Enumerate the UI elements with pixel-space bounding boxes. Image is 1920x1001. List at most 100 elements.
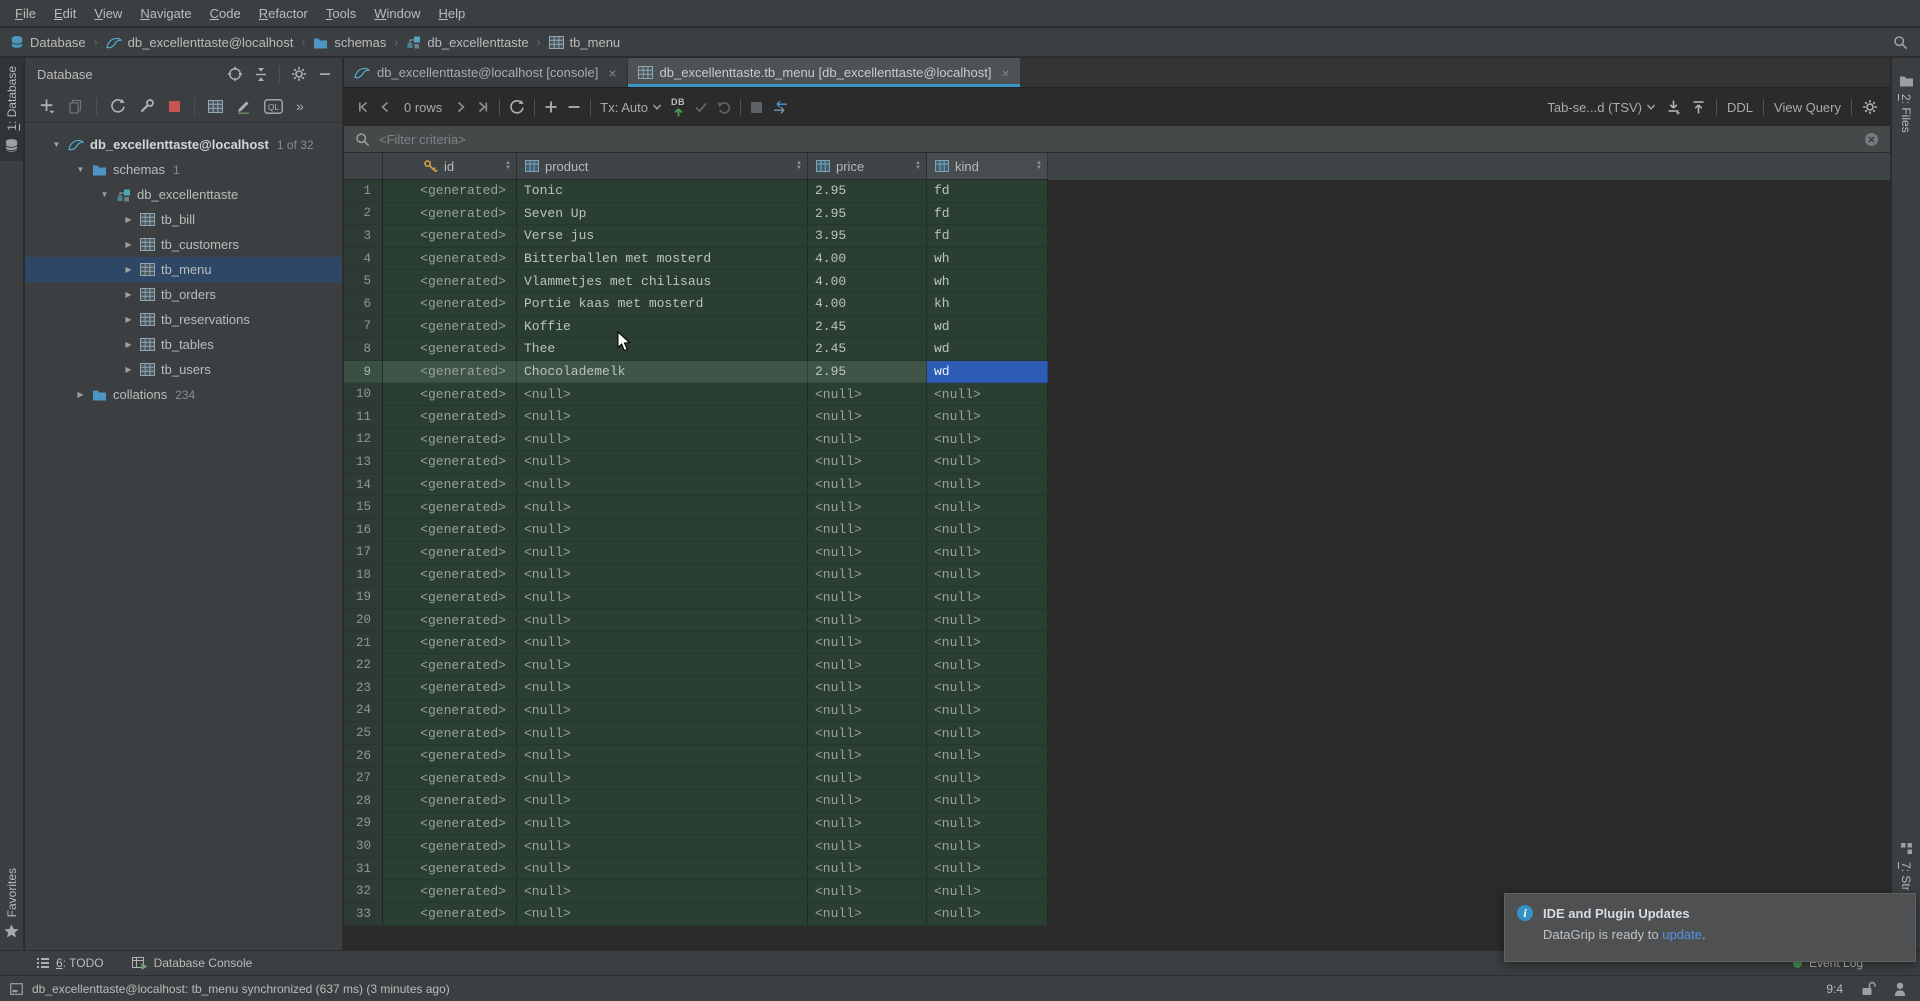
grid-row[interactable]: 23<generated><null><null><null> [344, 677, 1890, 700]
tool-window-button-files[interactable]: 2: Files [1892, 66, 1920, 141]
todo-tool-button[interactable]: 6: TODO [36, 956, 104, 970]
row-number-cell[interactable]: 18 [344, 564, 383, 587]
cancel-query-icon[interactable] [750, 101, 763, 114]
grid-cell-kind[interactable]: <null> [927, 700, 1048, 723]
grid-cell-product[interactable]: Bitterballen met mosterd [517, 248, 808, 271]
grid-cell-id[interactable]: <generated> [383, 496, 517, 519]
tree-item-tb_users[interactable]: ▶tb_users [25, 357, 342, 382]
tool-window-toggle-icon[interactable] [10, 983, 23, 995]
chevron-down-icon[interactable]: ▼ [51, 140, 62, 149]
row-number-cell[interactable]: 14 [344, 474, 383, 497]
locate-icon[interactable] [227, 66, 243, 82]
stop-icon[interactable] [168, 100, 181, 113]
tree-item-collations[interactable]: ▶collations234 [25, 382, 342, 407]
reload-page-icon[interactable] [509, 99, 525, 115]
editor-tab[interactable]: db_excellenttaste@localhost [console]× [344, 58, 627, 87]
grid-cell-product[interactable]: <null> [517, 519, 808, 542]
grid-cell-kind[interactable]: <null> [927, 745, 1048, 768]
grid-cell-kind[interactable]: <null> [927, 519, 1048, 542]
chevron-right-icon[interactable]: ▶ [123, 290, 134, 299]
grid-row[interactable]: 24<generated><null><null><null> [344, 700, 1890, 723]
modify-icon[interactable] [236, 99, 251, 114]
grid-row[interactable]: 4<generated>Bitterballen met mosterd4.00… [344, 248, 1890, 271]
grid-row[interactable]: 10<generated><null><null><null> [344, 383, 1890, 406]
tool-window-button-database[interactable]: 1: Database [0, 58, 23, 161]
row-number-cell[interactable]: 2 [344, 203, 383, 226]
grid-cell-id[interactable]: <generated> [383, 564, 517, 587]
search-icon[interactable] [1893, 35, 1908, 50]
grid-settings-icon[interactable] [1862, 99, 1878, 115]
tree-item-db_excellenttaste@localhost[interactable]: ▼db_excellenttaste@localhost1 of 32 [25, 132, 342, 157]
row-number-cell[interactable]: 30 [344, 835, 383, 858]
row-number-cell[interactable]: 13 [344, 451, 383, 474]
row-number-cell[interactable]: 21 [344, 632, 383, 655]
row-number-cell[interactable]: 33 [344, 903, 383, 926]
grid-cell-kind[interactable]: <null> [927, 406, 1048, 429]
add-data-source-icon[interactable] [39, 98, 55, 114]
grid-cell-kind[interactable]: <null> [927, 835, 1048, 858]
grid-cell-price[interactable]: <null> [808, 406, 927, 429]
import-data-icon[interactable] [1691, 99, 1706, 115]
grid-cell-id[interactable]: <generated> [383, 519, 517, 542]
sort-icon[interactable]: ▲▼ [796, 161, 802, 171]
menu-window[interactable]: Window [365, 6, 429, 21]
grid-row[interactable]: 3<generated>Verse jus3.95fd [344, 225, 1890, 248]
column-header-product[interactable]: product▲▼ [517, 153, 808, 180]
tree-item-tb_tables[interactable]: ▶tb_tables [25, 332, 342, 357]
grid-cell-id[interactable]: <generated> [383, 654, 517, 677]
breadcrumb-item[interactable]: db_excellenttaste@localhost [106, 35, 294, 50]
sort-icon[interactable]: ▲▼ [505, 161, 511, 171]
grid-cell-product[interactable]: Thee [517, 338, 808, 361]
grid-cell-price[interactable]: <null> [808, 903, 927, 926]
grid-cell-price[interactable]: <null> [808, 767, 927, 790]
grid-cell-price[interactable]: 2.95 [808, 203, 927, 226]
grid-cell-id[interactable]: <generated> [383, 722, 517, 745]
grid-cell-price[interactable]: 4.00 [808, 293, 927, 316]
grid-row[interactable]: 12<generated><null><null><null> [344, 429, 1890, 452]
grid-cell-kind[interactable]: <null> [927, 609, 1048, 632]
grid-cell-kind[interactable]: <null> [927, 587, 1048, 610]
grid-row[interactable]: 14<generated><null><null><null> [344, 474, 1890, 497]
column-header-id[interactable]: id▲▼ [383, 153, 517, 180]
grid-cell-price[interactable]: <null> [808, 609, 927, 632]
update-link[interactable]: update [1662, 927, 1702, 942]
chevron-right-icon[interactable]: ▶ [123, 240, 134, 249]
grid-row[interactable]: 21<generated><null><null><null> [344, 632, 1890, 655]
tree-item-tb_reservations[interactable]: ▶tb_reservations [25, 307, 342, 332]
tx-mode-dropdown[interactable]: Tx: Auto [600, 100, 662, 115]
grid-row[interactable]: 22<generated><null><null><null> [344, 654, 1890, 677]
grid-cell-product[interactable]: <null> [517, 677, 808, 700]
menu-tools[interactable]: Tools [317, 6, 365, 21]
grid-cell-price[interactable]: <null> [808, 880, 927, 903]
grid-cell-kind[interactable]: fd [927, 180, 1048, 203]
grid-cell-product[interactable]: <null> [517, 609, 808, 632]
grid-cell-id[interactable]: <generated> [383, 406, 517, 429]
row-number-cell[interactable]: 5 [344, 270, 383, 293]
row-number-cell[interactable]: 26 [344, 745, 383, 768]
grid-cell-id[interactable]: <generated> [383, 813, 517, 836]
grid-row[interactable]: 1<generated>Tonic2.95fd [344, 180, 1890, 203]
grid-cell-price[interactable]: <null> [808, 519, 927, 542]
refresh-icon[interactable] [110, 98, 126, 114]
close-icon[interactable]: × [1001, 65, 1009, 81]
grid-cell-id[interactable]: <generated> [383, 203, 517, 226]
sort-icon[interactable]: ▲▼ [915, 161, 921, 171]
delete-row-icon[interactable] [567, 100, 581, 114]
chevron-right-icon[interactable]: ▶ [123, 265, 134, 274]
grid-cell-product[interactable]: Koffie [517, 316, 808, 339]
collapse-all-icon[interactable] [254, 67, 268, 82]
column-header-kind[interactable]: kind▲▼ [927, 153, 1048, 180]
tree-item-tb_orders[interactable]: ▶tb_orders [25, 282, 342, 307]
grid-cell-kind[interactable]: <null> [927, 474, 1048, 497]
grid-cell-id[interactable]: <generated> [383, 180, 517, 203]
next-page-icon[interactable] [455, 100, 467, 114]
grid-cell-id[interactable]: <generated> [383, 293, 517, 316]
more-actions-icon[interactable]: » [296, 98, 304, 114]
row-number-cell[interactable]: 15 [344, 496, 383, 519]
grid-cell-kind[interactable]: fd [927, 225, 1048, 248]
grid-row[interactable]: 28<generated><null><null><null> [344, 790, 1890, 813]
grid-cell-id[interactable]: <generated> [383, 316, 517, 339]
breadcrumb-item[interactable]: Database [10, 35, 86, 50]
grid-cell-price[interactable]: <null> [808, 542, 927, 565]
grid-cell-id[interactable]: <generated> [383, 587, 517, 610]
